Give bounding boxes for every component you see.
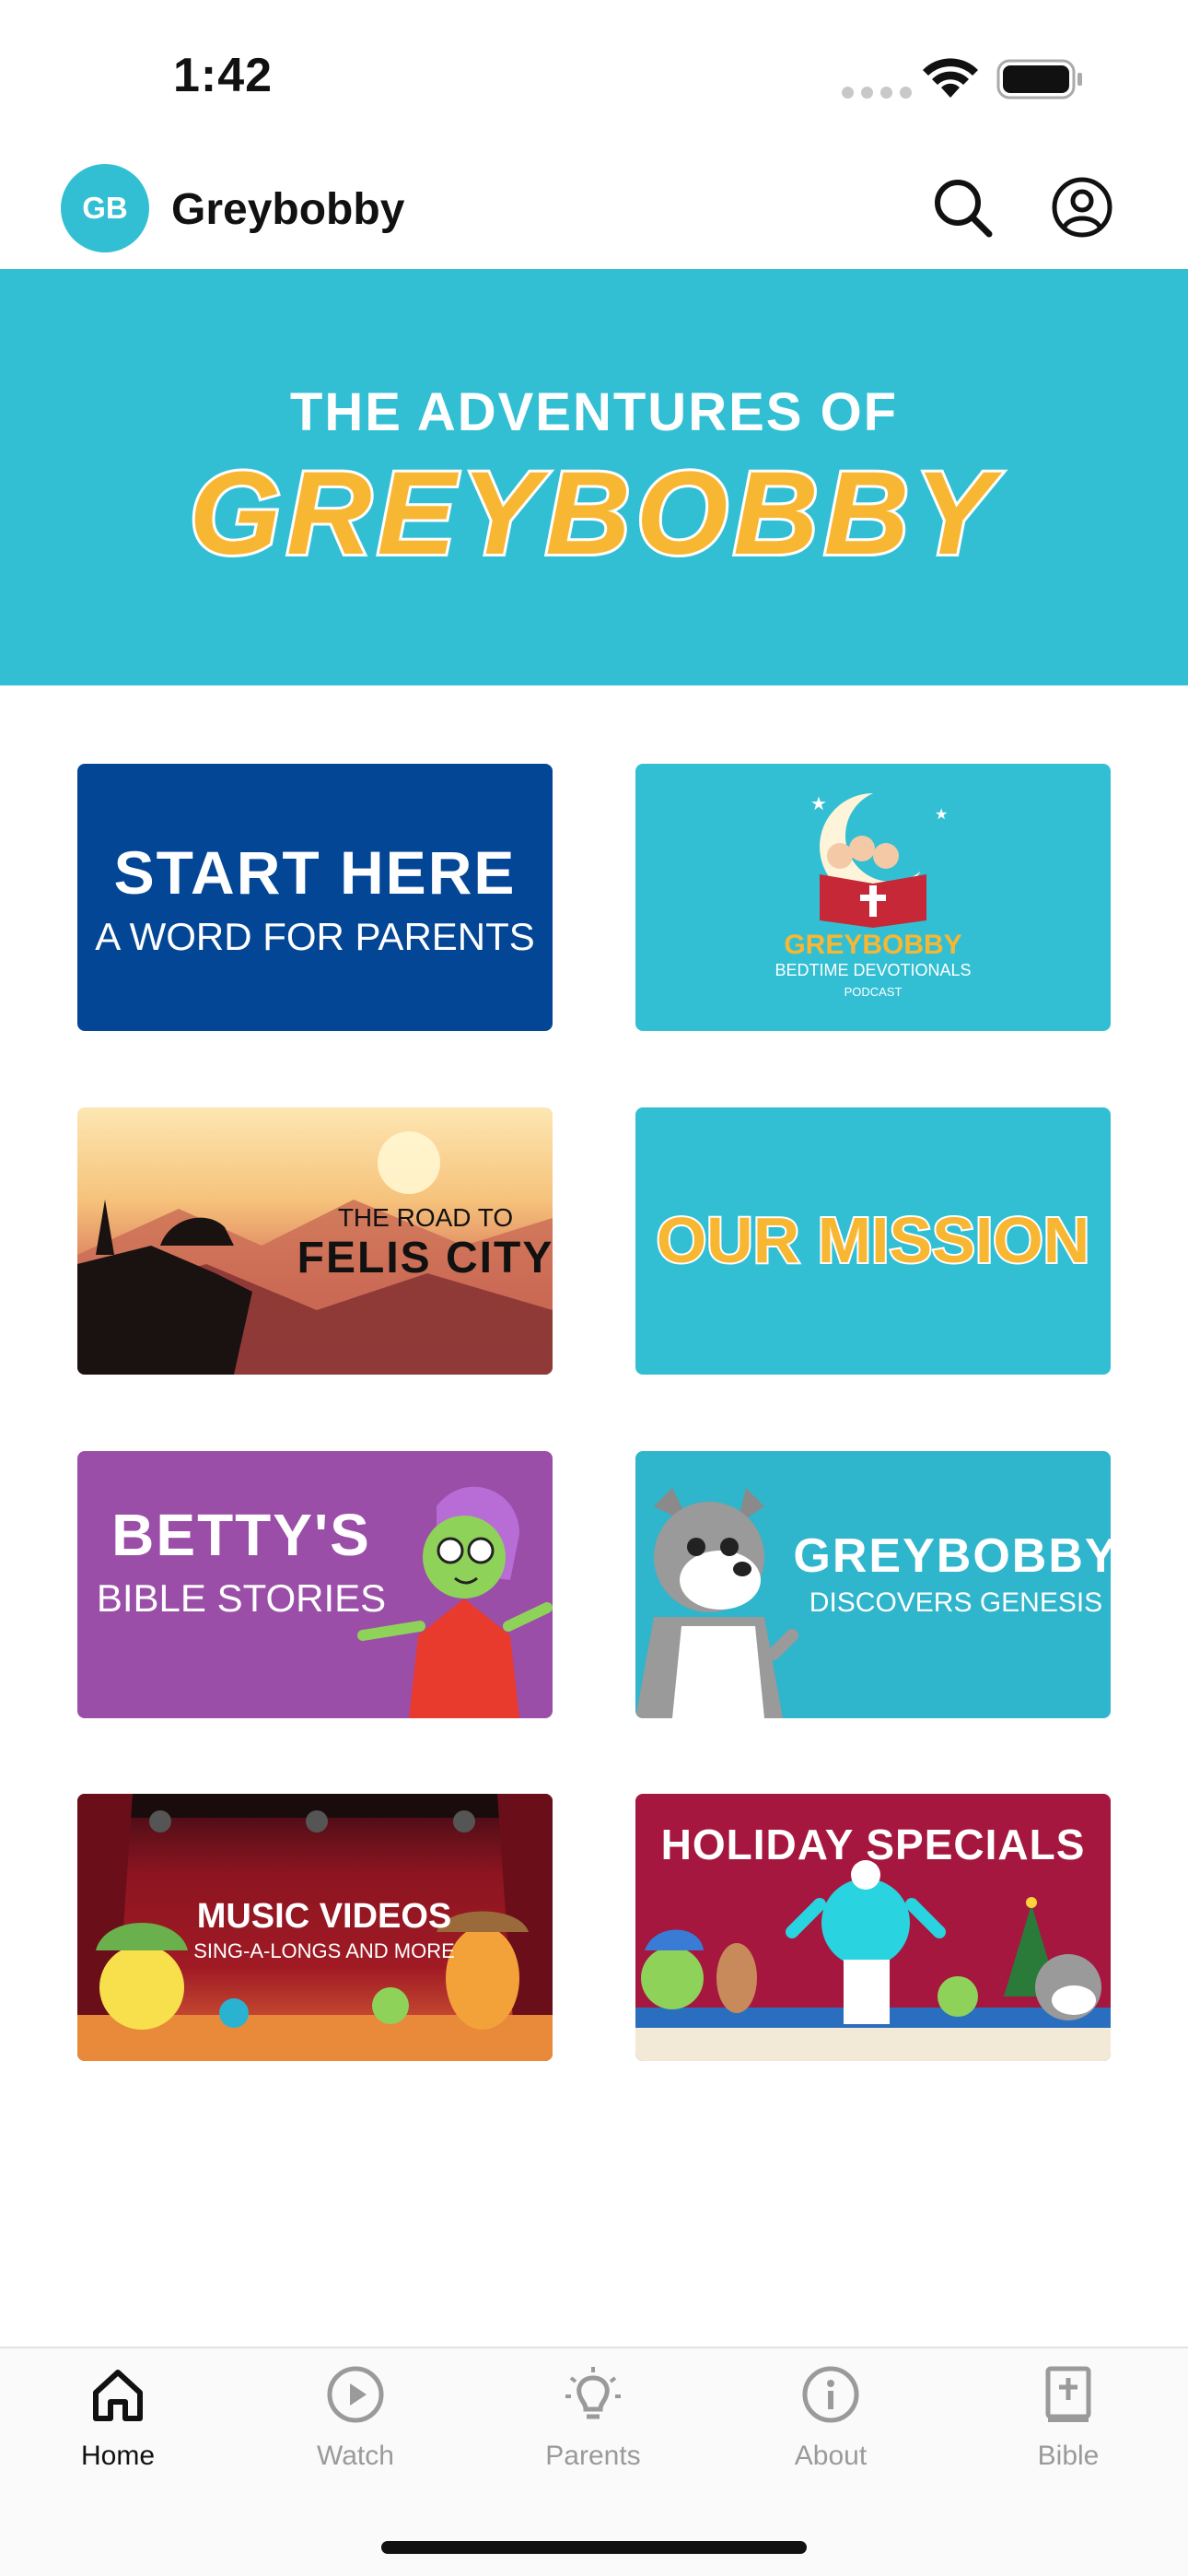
tile-title: OUR MISSION [655,1202,1092,1278]
tile-title: FELIS CITY [297,1234,553,1282]
devotional-illustration: ★ ★ [810,790,948,928]
tile-title: START HERE [113,838,517,907]
tile-music-videos[interactable]: MUSIC VIDEOS SING-A-LONGS AND MORE [77,1794,553,2061]
banner-title: GREYBOBBY [187,445,999,582]
tile-bedtime-devotionals[interactable]: ★ ★ GREYBOBBY BEDTIME DEVOTIONALS PODCAS… [635,764,1111,1031]
wifi-icon [923,58,978,98]
lightbulb-icon [565,2367,621,2419]
search-button[interactable] [930,175,995,240]
tab-bible[interactable]: Bible [976,2365,1160,2485]
bible-icon [1045,2366,1091,2422]
home-icon [93,2370,143,2421]
profile-button[interactable] [1050,175,1114,240]
tab-label: About [794,2441,868,2471]
status-bar: 1:42 [0,0,1188,157]
tile-start-here[interactable]: START HERE A WORD FOR PARENTS [77,764,553,1031]
tile-discovers-genesis[interactable]: GREYBOBBY DISCOVERS GENESIS [635,1451,1111,1718]
tile-bettys-bible-stories[interactable]: BETTY'S BIBLE STORIES [77,1451,553,1718]
hero-banner: THE ADVENTURES OF GREYBOBBY [0,269,1188,685]
tile-title: BETTY'S [111,1502,371,1568]
svg-text:★: ★ [810,794,827,814]
tile-subtitle: DISCOVERS GENESIS [809,1587,1103,1618]
app-header: GB Greybobby [0,157,1188,269]
tab-home[interactable]: Home [26,2365,210,2485]
play-circle-icon [327,2366,384,2423]
tile-subtitle: BIBLE STORIES [96,1576,387,1620]
tile-title: MUSIC VIDEOS [196,1897,452,1936]
tile-subtitle: THE ROAD TO [337,1203,514,1232]
tab-label: Parents [545,2441,641,2471]
app-title: Greybobby [171,185,405,234]
tab-watch[interactable]: Watch [263,2365,448,2485]
battery-icon [996,59,1082,100]
tab-about[interactable]: About [739,2365,923,2485]
tile-subtitle: BEDTIME DEVOTIONALS [775,961,972,979]
banner-subtitle: THE ADVENTURES OF [289,382,899,442]
cellular-signal-icon [842,87,912,99]
tab-parents[interactable]: Parents [501,2365,685,2485]
status-time: 1:42 [173,49,274,102]
tile-title: HOLIDAY SPECIALS [660,1821,1086,1868]
tile-caption: PODCAST [844,985,903,999]
info-circle-icon [802,2366,859,2423]
tile-title: GREYBOBBY [793,1529,1111,1583]
svg-text:★: ★ [935,807,948,823]
tab-label: Bible [1037,2441,1100,2471]
greybobby-character-illustration [635,1488,798,1718]
app-logo-text: GB [82,191,128,225]
tile-holiday-specials[interactable]: HOLIDAY SPECIALS [635,1794,1111,2061]
app-logo[interactable]: GB [61,164,149,252]
tab-label: Watch [317,2441,394,2471]
tab-label: Home [80,2441,156,2471]
tile-subtitle: A WORD FOR PARENTS [95,915,535,958]
tile-subtitle: SING-A-LONGS AND MORE [193,1939,455,1962]
search-icon [935,180,993,238]
tile-our-mission[interactable]: OUR MISSION [635,1107,1111,1375]
home-indicator[interactable] [381,2541,807,2554]
tile-title: GREYBOBBY [784,930,962,960]
user-circle-icon [1052,177,1112,238]
tile-road-to-felis-city[interactable]: THE ROAD TO FELIS CITY [77,1107,553,1375]
